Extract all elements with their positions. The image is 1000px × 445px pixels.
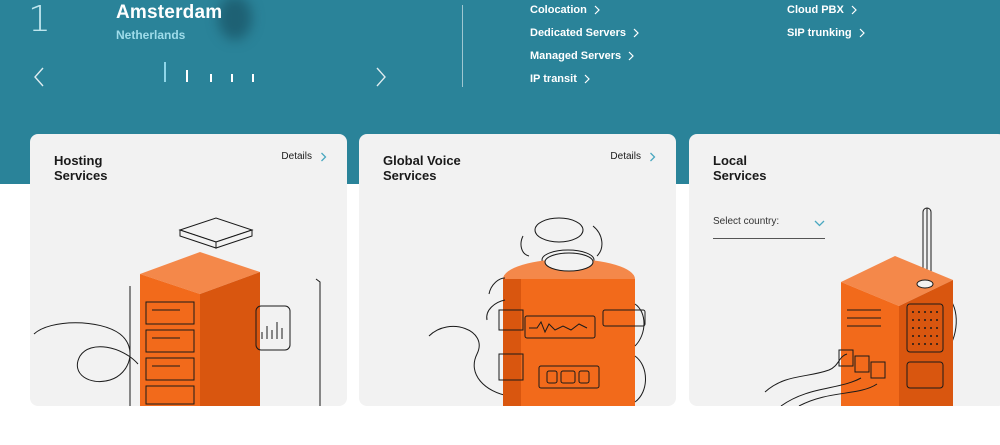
chevron-right-icon [321,152,327,161]
chevron-right-icon [633,28,639,38]
slide-index: 1 [28,0,51,40]
details-label: Details [610,151,641,162]
slide-tick-active[interactable] [164,62,166,82]
hero-shadow-decoration [218,0,252,40]
service-link-cloud-pbx[interactable]: Cloud PBX [787,4,858,16]
country-subtitle: Netherlands [116,28,186,42]
service-link-label: Cloud PBX [787,4,844,16]
service-link-sip-trunking[interactable]: SIP trunking [787,27,866,39]
country-select-label: Select country: [713,216,780,227]
service-link-dedicated-servers[interactable]: Dedicated Servers [530,27,640,39]
card-title: Local Services [713,153,767,183]
card-title: Hosting Services [54,153,108,183]
slide-indicator[interactable] [164,60,264,86]
chevron-right-icon [650,152,656,161]
chevron-down-icon [814,220,825,227]
chevron-right-icon [594,5,600,15]
chevron-right-icon [859,28,865,38]
country-select[interactable]: Select country: [713,211,825,239]
chevron-right-icon [628,51,634,61]
details-link[interactable]: Details [610,151,656,162]
chevron-right-icon [584,74,590,84]
chevron-right-icon [851,5,857,15]
hero-divider [462,5,463,87]
service-link-ip-transit[interactable]: IP transit [530,73,591,85]
arrow-left-icon[interactable] [32,66,46,88]
service-link-label: Dedicated Servers [530,27,626,39]
details-label: Details [281,151,312,162]
service-link-label: IP transit [530,73,577,85]
service-link-managed-servers[interactable]: Managed Servers [530,50,635,62]
slide-tick[interactable] [252,74,254,82]
card-local-services[interactable]: Local Services Select country: [689,134,1000,406]
card-global-voice-services[interactable]: Global Voice Services Details [359,134,676,406]
service-link-label: SIP trunking [787,27,852,39]
details-link[interactable]: Details [281,151,327,162]
service-link-label: Colocation [530,4,587,16]
arrow-right-icon[interactable] [374,66,388,88]
card-hosting-services[interactable]: Hosting Services Details [30,134,347,406]
slide-tick[interactable] [231,74,233,82]
card-title: Global Voice Services [383,153,461,183]
slide-tick[interactable] [210,74,212,82]
city-title: Amsterdam [116,2,223,23]
service-link-colocation[interactable]: Colocation [530,4,601,16]
slide-tick[interactable] [186,70,188,82]
service-link-label: Managed Servers [530,50,622,62]
